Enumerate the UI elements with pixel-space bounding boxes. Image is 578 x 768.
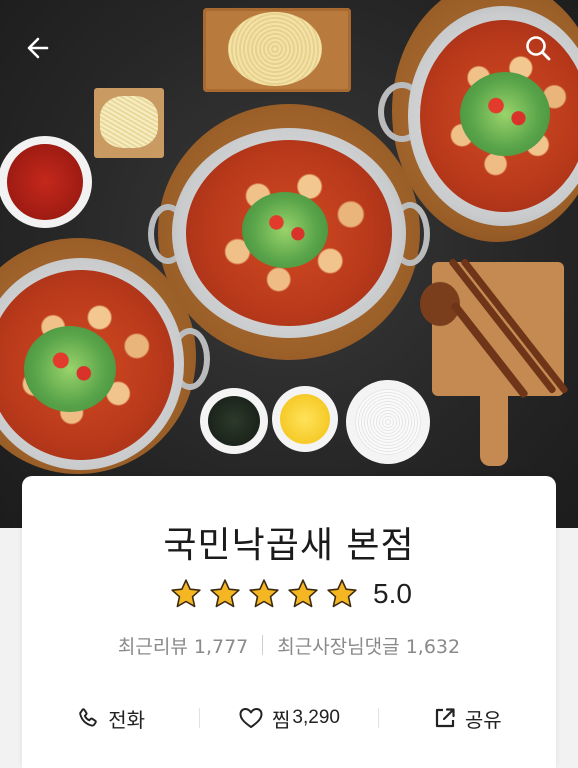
call-label: 전화 — [108, 707, 146, 732]
star-icon — [248, 579, 279, 608]
store-info-card: 국민낙곱새 본점 5.0 최근리뷰 1,777 최근사장님댓글 1,632 전화 — [22, 476, 556, 768]
action-bar: 전화 찜 3,290 공유 — [22, 696, 556, 740]
store-name: 국민낙곱새 본점 — [163, 525, 415, 566]
share-button[interactable]: 공유 — [379, 704, 556, 733]
star-icon — [326, 579, 357, 608]
owner-replies-count: 1,632 — [405, 635, 461, 658]
owner-replies-stat[interactable]: 최근사장님댓글 1,632 — [277, 632, 460, 659]
star-rating — [166, 577, 361, 611]
share-icon — [435, 708, 455, 728]
owner-replies-label: 최근사장님댓글 — [277, 635, 400, 658]
heart-icon — [239, 708, 263, 728]
recent-reviews-label: 최근리뷰 — [117, 635, 188, 658]
recent-reviews-stat[interactable]: 최근리뷰 1,777 — [118, 632, 248, 659]
like-label: 찜 — [272, 707, 291, 732]
back-button[interactable] — [18, 28, 58, 68]
call-button[interactable]: 전화 — [22, 704, 199, 733]
share-label: 공유 — [464, 707, 502, 732]
recent-reviews-count: 1,777 — [193, 635, 249, 658]
rating-row[interactable]: 5.0 — [22, 574, 556, 614]
star-icon — [170, 579, 201, 608]
rating-score: 5.0 — [373, 578, 412, 609]
review-stats: 최근리뷰 1,777 최근사장님댓글 1,632 — [22, 630, 556, 660]
divider — [262, 635, 264, 655]
star-icon — [209, 579, 240, 608]
store-hero-image — [0, 0, 578, 528]
phone-icon — [79, 708, 98, 727]
search-icon — [526, 36, 551, 61]
like-count: 3,290 — [292, 707, 340, 728]
search-button[interactable] — [518, 28, 558, 68]
star-icon — [287, 579, 318, 608]
like-button[interactable]: 찜 3,290 — [200, 704, 377, 733]
arrow-left-icon — [27, 37, 49, 59]
